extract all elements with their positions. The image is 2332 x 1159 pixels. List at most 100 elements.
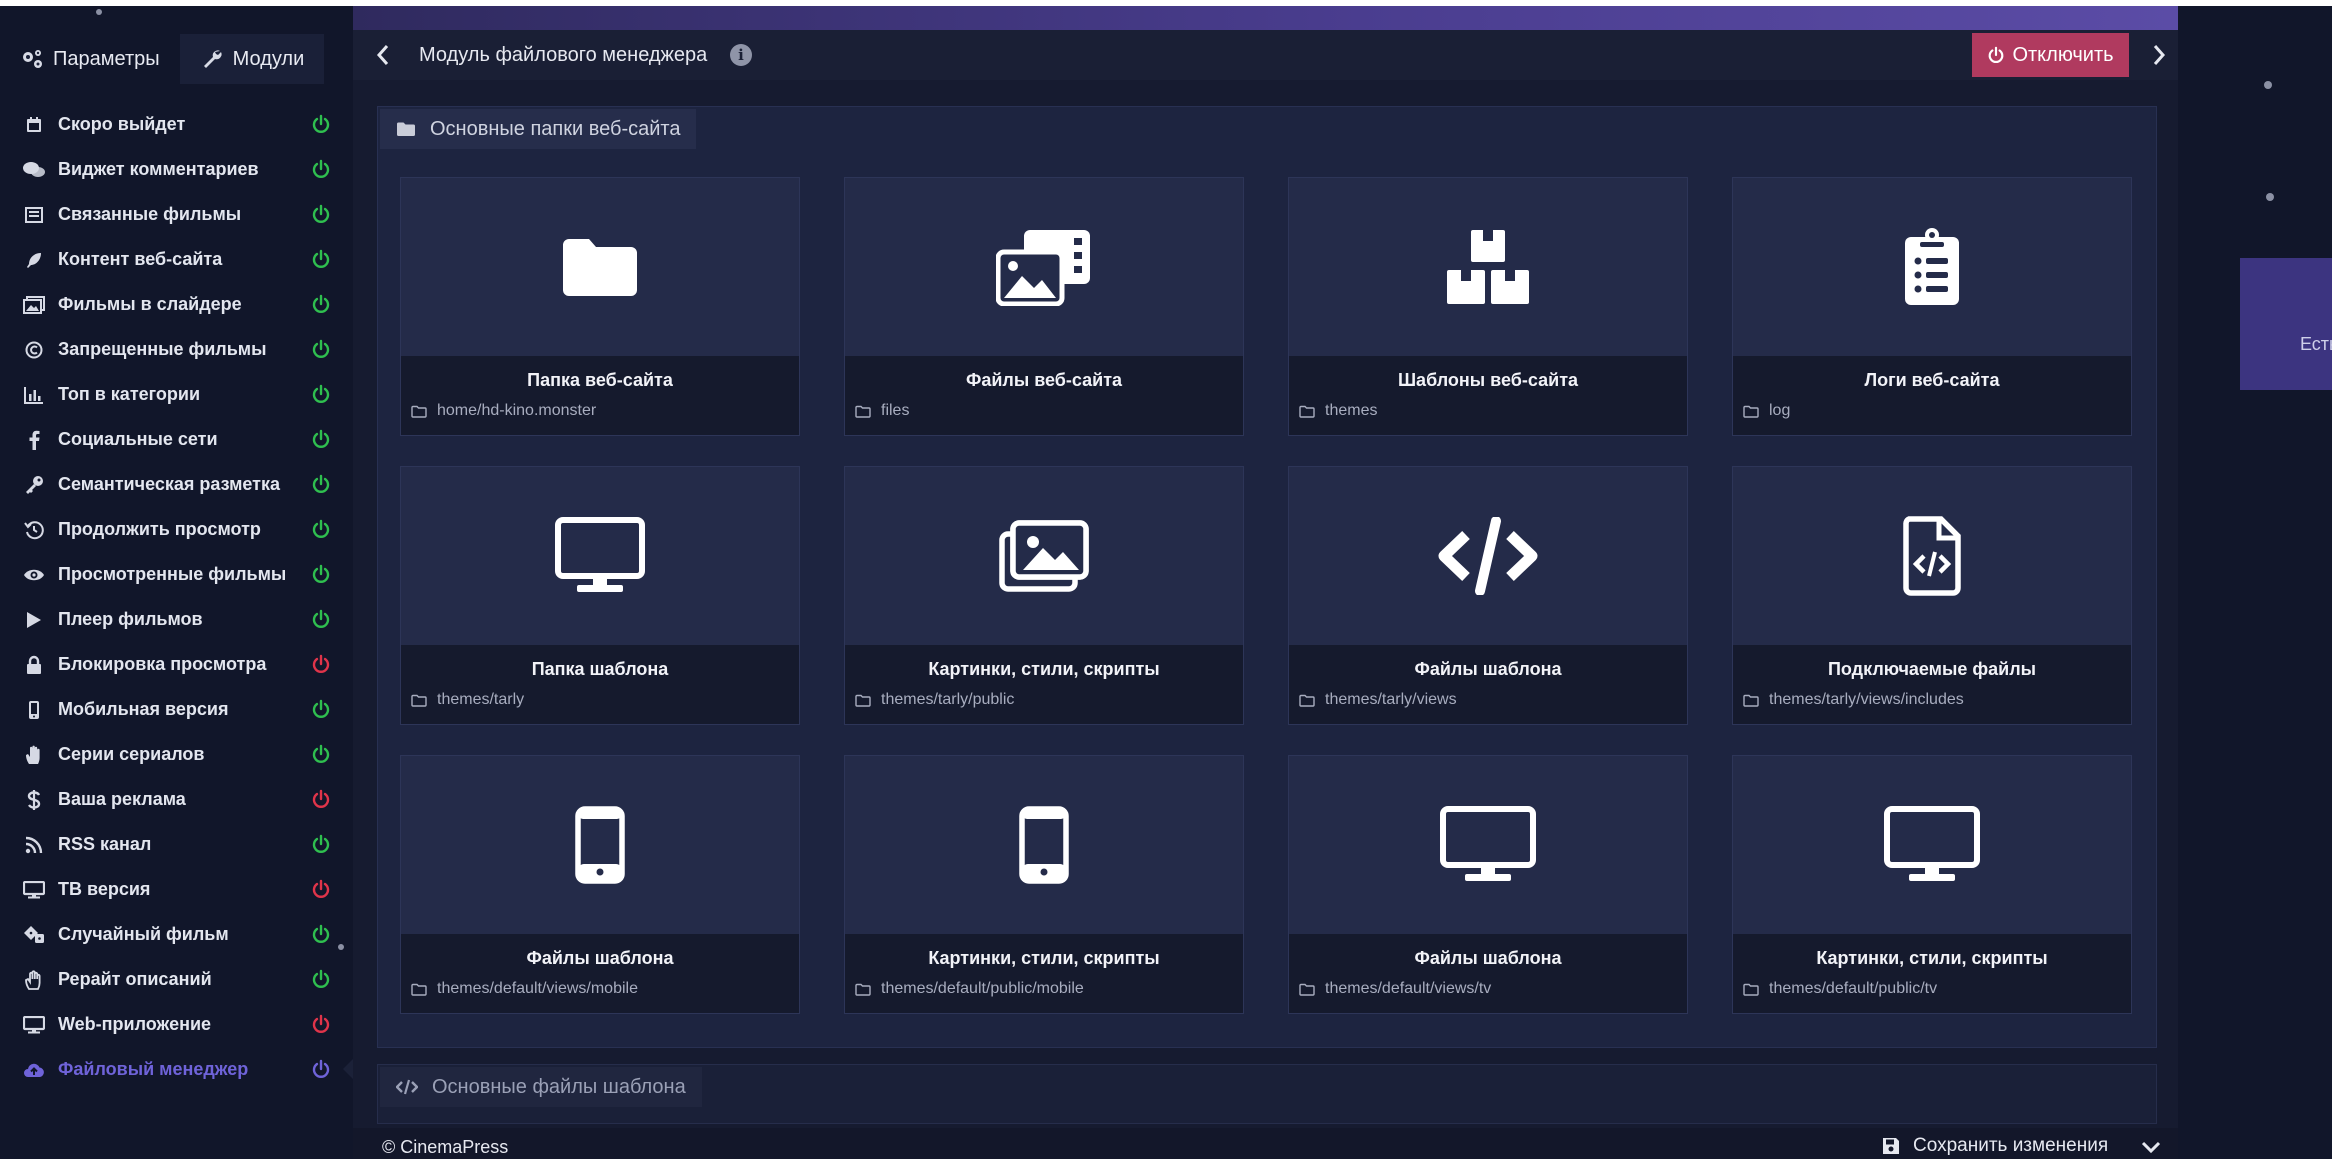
folder-card[interactable]: Шаблоны веб-сайта themes — [1288, 177, 1688, 436]
power-on-icon[interactable] — [309, 292, 333, 316]
sidebar-item-ads[interactable]: Ваша реклама — [0, 777, 353, 822]
power-on-icon[interactable] — [309, 427, 333, 451]
card-icon-area — [845, 178, 1243, 356]
folder-card[interactable]: Логи веб-сайта log — [1732, 177, 2132, 436]
sidebar-item-rewrite[interactable]: Рерайт описаний — [0, 957, 353, 1002]
power-active-icon[interactable] — [309, 1057, 333, 1081]
chevron-down-icon — [2141, 1141, 2161, 1154]
sidebar-item-series-episodes[interactable]: Серии сериалов — [0, 732, 353, 777]
power-on-icon[interactable] — [309, 337, 333, 361]
decor-dot — [96, 9, 102, 15]
collapse-button[interactable] — [2139, 1136, 2163, 1158]
sidebar-item-label: Контент веб-сайта — [58, 249, 223, 269]
sidebar-item-label: Плеер фильмов — [58, 609, 203, 629]
sidebar-item-top-category[interactable]: Топ в категории — [0, 372, 353, 417]
sidebar-item-random-film[interactable]: Случайный фильм — [0, 912, 353, 957]
power-on-icon[interactable] — [309, 742, 333, 766]
card-icon-area — [1289, 467, 1687, 645]
disable-module-button[interactable]: Отключить — [1972, 33, 2129, 77]
card-path: themes/tarly/public — [855, 691, 1014, 709]
promo-banner[interactable]: Есть — [2240, 258, 2332, 390]
power-on-icon[interactable] — [309, 697, 333, 721]
power-on-icon[interactable] — [309, 607, 333, 631]
next-button[interactable] — [2147, 42, 2171, 68]
info-icon[interactable]: i — [730, 44, 752, 66]
power-off-icon[interactable] — [309, 787, 333, 811]
desktop-icon — [555, 517, 645, 592]
sidebar-item-comments-widget[interactable]: Виджет комментариев — [0, 147, 353, 192]
card-path-text: files — [881, 402, 910, 419]
card-path: themes/tarly/views — [1299, 691, 1457, 709]
dollar-icon — [22, 788, 46, 812]
folder-card[interactable]: Файлы веб-сайта files — [844, 177, 1244, 436]
sidebar-item-rss[interactable]: RSS канал — [0, 822, 353, 867]
folder-card[interactable]: Картинки, стили, скрипты themes/default/… — [1732, 755, 2132, 1014]
power-on-icon[interactable] — [309, 832, 333, 856]
tab-parameters[interactable]: Параметры — [0, 34, 180, 84]
tab-modules[interactable]: Модули — [179, 34, 325, 84]
card-path-text: log — [1769, 402, 1791, 419]
power-on-icon[interactable] — [309, 562, 333, 586]
mobile-icon — [575, 806, 625, 884]
card-icon-area — [1289, 178, 1687, 356]
folder-card[interactable]: Файлы шаблона themes/tarly/views — [1288, 466, 1688, 725]
sidebar-item-label: Просмотренные фильмы — [58, 564, 287, 584]
folder-card[interactable]: Картинки, стили, скрипты themes/tarly/pu… — [844, 466, 1244, 725]
sidebar-item-label: Ваша реклама — [58, 789, 186, 809]
sidebar-item-label: Web-приложение — [58, 1014, 212, 1034]
power-on-icon[interactable] — [309, 202, 333, 226]
sidebar-item-social[interactable]: Социальные сети — [0, 417, 353, 462]
card-footer: Файлы веб-сайта files — [845, 356, 1243, 435]
sidebar-item-label: Продолжить просмотр — [58, 519, 261, 539]
card-path: themes/tarly — [411, 691, 524, 709]
power-on-icon[interactable] — [309, 247, 333, 271]
power-on-icon[interactable] — [309, 157, 333, 181]
copyright-icon — [22, 338, 46, 362]
sidebar-item-tv-version[interactable]: ТВ версия — [0, 867, 353, 912]
footer: © CinemaPress Сохранить изменения — [353, 1128, 2178, 1159]
folder-card[interactable]: Папка веб-сайта home/hd-kino.monster — [400, 177, 800, 436]
sidebar-item-coming-soon[interactable]: Скоро выйдет — [0, 102, 353, 147]
sidebar-item-banned-films[interactable]: Запрещенные фильмы — [0, 327, 353, 372]
sidebar-item-view-lock[interactable]: Блокировка просмотра — [0, 642, 353, 687]
sidebar-item-related-films[interactable]: Связанные фильмы — [0, 192, 353, 237]
card-path-text: themes — [1325, 402, 1378, 419]
sidebar-item-file-manager[interactable]: Файловый менеджер — [0, 1047, 353, 1092]
panel-header: Основные папки веб-сайта — [380, 109, 697, 149]
power-on-icon[interactable] — [309, 382, 333, 406]
folder-card[interactable]: Папка шаблона themes/tarly — [400, 466, 800, 725]
card-path-text: home/hd-kino.monster — [437, 402, 597, 419]
back-button[interactable] — [371, 42, 395, 68]
dice-icon — [22, 923, 46, 947]
folder-card[interactable]: Подключаемые файлы themes/tarly/views/in… — [1732, 466, 2132, 725]
sidebar-item-film-player[interactable]: Плеер фильмов — [0, 597, 353, 642]
sidebar-item-site-content[interactable]: Контент веб-сайта — [0, 237, 353, 282]
power-off-icon[interactable] — [309, 652, 333, 676]
sidebar-item-semantic-markup[interactable]: Семантическая разметка — [0, 462, 353, 507]
sidebar-item-web-app[interactable]: Web-приложение — [0, 1002, 353, 1047]
page-title: Модуль файлового менеджера — [419, 44, 708, 66]
folder-card[interactable]: Картинки, стили, скрипты themes/default/… — [844, 755, 1244, 1014]
sidebar-item-slider-films[interactable]: Фильмы в слайдере — [0, 282, 353, 327]
sidebar-item-mobile-version[interactable]: Мобильная версия — [0, 687, 353, 732]
power-on-icon[interactable] — [309, 922, 333, 946]
power-off-icon[interactable] — [309, 1012, 333, 1036]
folder-card[interactable]: Файлы шаблона themes/default/views/mobil… — [400, 755, 800, 1014]
card-path-text: themes/default/public/tv — [1769, 980, 1938, 997]
folder-icon — [397, 122, 415, 136]
sidebar-item-continue-watching[interactable]: Продолжить просмотр — [0, 507, 353, 552]
power-on-icon[interactable] — [309, 472, 333, 496]
card-icon-area — [401, 467, 799, 645]
sidebar-item-label: Фильмы в слайдере — [58, 294, 242, 314]
sidebar-item-label: Виджет комментариев — [58, 159, 259, 179]
template-files-panel[interactable]: Основные файлы шаблона — [377, 1064, 2157, 1124]
sidebar-item-watched-films[interactable]: Просмотренные фильмы — [0, 552, 353, 597]
save-changes-button[interactable]: Сохранить изменения — [1881, 1135, 2108, 1157]
power-on-icon[interactable] — [309, 967, 333, 991]
power-on-icon[interactable] — [309, 112, 333, 136]
folder-card[interactable]: Файлы шаблона themes/default/views/tv — [1288, 755, 1688, 1014]
power-on-icon[interactable] — [309, 517, 333, 541]
card-path: themes/default/views/mobile — [411, 980, 638, 998]
photo-video-icon — [996, 230, 1090, 306]
power-off-icon[interactable] — [309, 877, 333, 901]
